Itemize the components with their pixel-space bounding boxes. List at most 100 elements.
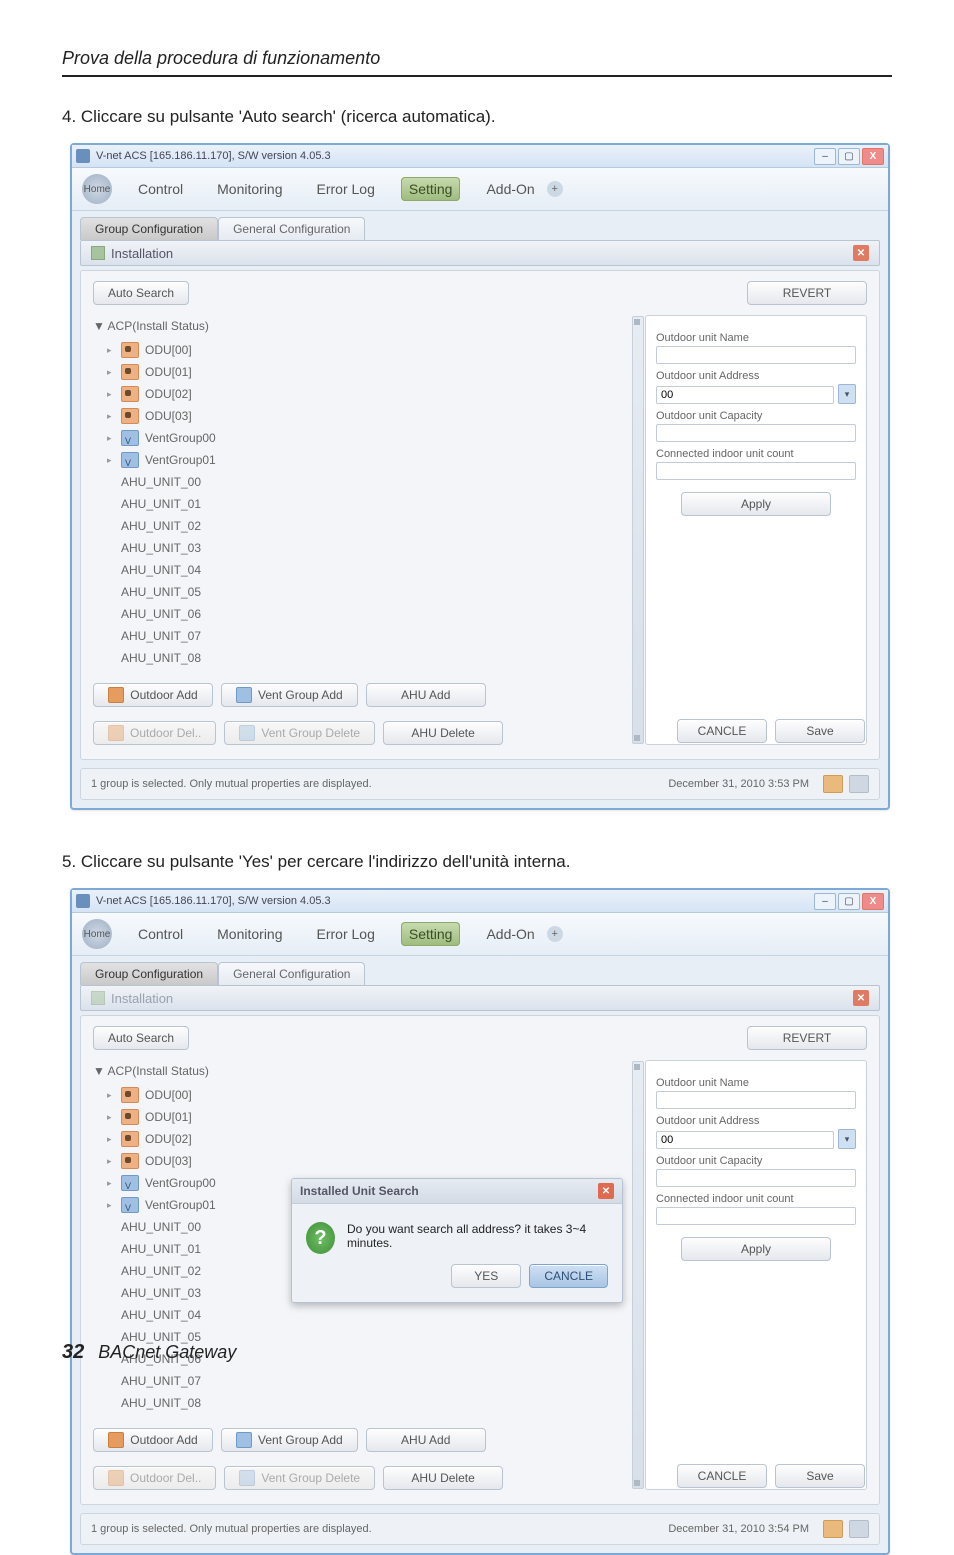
auto-search-button[interactable]: Auto Search — [93, 1026, 189, 1050]
ahu-add-button[interactable]: AHU Add — [366, 1428, 486, 1452]
ahu-add-button[interactable]: AHU Add — [366, 683, 486, 707]
question-icon: ? — [306, 1222, 335, 1254]
dialog-cancle-button[interactable]: CANCLE — [529, 1264, 608, 1288]
menu-addon[interactable]: Add-On — [478, 922, 542, 946]
dialog-close-icon[interactable]: ✕ — [598, 1183, 614, 1199]
outdoor-del-button[interactable]: Outdoor Del.. — [93, 1466, 216, 1490]
outdoor-name-input[interactable] — [656, 346, 856, 364]
tree-ahu-5[interactable]: AHU_UNIT_05 — [107, 581, 635, 603]
maximize-button[interactable]: ▢ — [838, 893, 860, 910]
indoor-count-input[interactable] — [656, 462, 856, 480]
installation-bar: Installation ✕ — [80, 240, 880, 266]
vent-group-del-button[interactable]: Vent Group Delete — [224, 1466, 375, 1490]
outdoor-name-input[interactable] — [656, 1091, 856, 1109]
properties-panel: Outdoor unit Name Outdoor unit Address ▾… — [645, 315, 867, 745]
tree-odu-0[interactable]: ▸ODU[00] — [107, 339, 635, 361]
close-button[interactable]: X — [862, 893, 884, 910]
tab-group-config[interactable]: Group Configuration — [80, 962, 218, 985]
address-dropdown-icon[interactable]: ▾ — [838, 384, 856, 404]
dialog-yes-button[interactable]: YES — [451, 1264, 521, 1288]
tree-odu-0[interactable]: ▸ODU[00] — [107, 1084, 635, 1106]
outdoor-del-button[interactable]: Outdoor Del.. — [93, 721, 216, 745]
tab-group-config[interactable]: Group Configuration — [80, 217, 218, 240]
tree-ahu-8[interactable]: AHU_UNIT_08 — [107, 1392, 635, 1414]
screenshot-2: V-net ACS [165.186.11.170], S/W version … — [70, 888, 890, 1555]
apply-button[interactable]: Apply — [681, 1237, 831, 1261]
minimize-button[interactable]: – — [814, 893, 836, 910]
scrollbar[interactable] — [632, 316, 644, 744]
tree-odu-3[interactable]: ▸ODU[03] — [107, 405, 635, 427]
addon-plus-icon[interactable]: + — [547, 181, 563, 197]
tree-ahu-6[interactable]: AHU_UNIT_06 — [107, 603, 635, 625]
menu-monitoring[interactable]: Monitoring — [209, 922, 290, 946]
panel-close-icon[interactable]: ✕ — [853, 990, 869, 1006]
cancle-button[interactable]: CANCLE — [677, 719, 767, 743]
close-button[interactable]: X — [862, 148, 884, 165]
tree-ahu-4[interactable]: AHU_UNIT_04 — [107, 1304, 635, 1326]
tree-ahu-1[interactable]: AHU_UNIT_01 — [107, 493, 635, 515]
outdoor-address-input[interactable] — [656, 386, 834, 404]
auto-search-button[interactable]: Auto Search — [93, 281, 189, 305]
revert-button[interactable]: REVERT — [747, 1026, 867, 1050]
ahu-del-button[interactable]: AHU Delete — [383, 1466, 503, 1490]
outdoor-capacity-input[interactable] — [656, 1169, 856, 1187]
save-button[interactable]: Save — [775, 719, 865, 743]
vent-group-del-button[interactable]: Vent Group Delete — [224, 721, 375, 745]
tree-ahu-7[interactable]: AHU_UNIT_07 — [107, 1370, 635, 1392]
maximize-button[interactable]: ▢ — [838, 148, 860, 165]
tree-odu-2[interactable]: ▸ODU[02] — [107, 383, 635, 405]
outdoor-add-button[interactable]: Outdoor Add — [93, 683, 213, 707]
ahu-del-button[interactable]: AHU Delete — [383, 721, 503, 745]
tree-ahu-0[interactable]: AHU_UNIT_00 — [107, 471, 635, 493]
cancle-button[interactable]: CANCLE — [677, 1464, 767, 1488]
menu-control[interactable]: Control — [130, 177, 191, 201]
menu-monitoring[interactable]: Monitoring — [209, 177, 290, 201]
address-dropdown-icon[interactable]: ▾ — [838, 1129, 856, 1149]
menu-errorlog[interactable]: Error Log — [309, 177, 383, 201]
outdoor-add-button[interactable]: Outdoor Add — [93, 1428, 213, 1452]
home-icon[interactable]: Home — [82, 174, 112, 204]
save-button[interactable]: Save — [775, 1464, 865, 1488]
addon-plus-icon[interactable]: + — [547, 926, 563, 942]
outdoor-address-input[interactable] — [656, 1131, 834, 1149]
tree-vg-0[interactable]: ▸VentGroup00 — [107, 427, 635, 449]
home-icon[interactable]: Home — [82, 919, 112, 949]
installation-icon — [91, 246, 105, 260]
apply-button[interactable]: Apply — [681, 492, 831, 516]
minimize-button[interactable]: – — [814, 148, 836, 165]
panel-close-icon[interactable]: ✕ — [853, 245, 869, 261]
status-icon — [823, 775, 843, 793]
installed-unit-search-dialog: Installed Unit Search ✕ ? Do you want se… — [291, 1178, 623, 1303]
tab-general-config[interactable]: General Configuration — [218, 962, 365, 985]
menu-errorlog[interactable]: Error Log — [309, 922, 383, 946]
tree-odu-3[interactable]: ▸ODU[03] — [107, 1150, 635, 1172]
tree-ahu-8[interactable]: AHU_UNIT_08 — [107, 647, 635, 669]
tab-general-config[interactable]: General Configuration — [218, 217, 365, 240]
revert-button[interactable]: REVERT — [747, 281, 867, 305]
menu-setting[interactable]: Setting — [401, 922, 461, 946]
tree-odu-2[interactable]: ▸ODU[02] — [107, 1128, 635, 1150]
indoor-count-input[interactable] — [656, 1207, 856, 1225]
acp-header[interactable]: ▼ ACP(Install Status) — [93, 319, 635, 333]
tree-ahu-2[interactable]: AHU_UNIT_02 — [107, 515, 635, 537]
tree-odu-1[interactable]: ▸ODU[01] — [107, 361, 635, 383]
ventgroup-icon — [121, 1197, 139, 1213]
outdoor-capacity-input[interactable] — [656, 424, 856, 442]
main-menu: Home Control Monitoring Error Log Settin… — [72, 168, 888, 211]
tree-ahu-3[interactable]: AHU_UNIT_03 — [107, 537, 635, 559]
vent-group-add-button[interactable]: Vent Group Add — [221, 683, 358, 707]
tree-ahu-7[interactable]: AHU_UNIT_07 — [107, 625, 635, 647]
tree-vg-1[interactable]: ▸VentGroup01 — [107, 449, 635, 471]
scrollbar[interactable] — [632, 1061, 644, 1489]
menu-setting[interactable]: Setting — [401, 177, 461, 201]
ventgroup-icon — [239, 725, 255, 741]
menu-addon[interactable]: Add-On — [478, 177, 542, 201]
vent-group-add-button[interactable]: Vent Group Add — [221, 1428, 358, 1452]
tree-odu-1[interactable]: ▸ODU[01] — [107, 1106, 635, 1128]
tree-ahu-4[interactable]: AHU_UNIT_04 — [107, 559, 635, 581]
product-name: BACnet Gateway — [98, 1342, 236, 1363]
menu-control[interactable]: Control — [130, 922, 191, 946]
acp-header[interactable]: ▼ ACP(Install Status) — [93, 1064, 635, 1078]
outdoor-address-label: Outdoor unit Address — [656, 1115, 856, 1127]
page-header: Prova della procedura di funzionamento — [62, 48, 892, 77]
